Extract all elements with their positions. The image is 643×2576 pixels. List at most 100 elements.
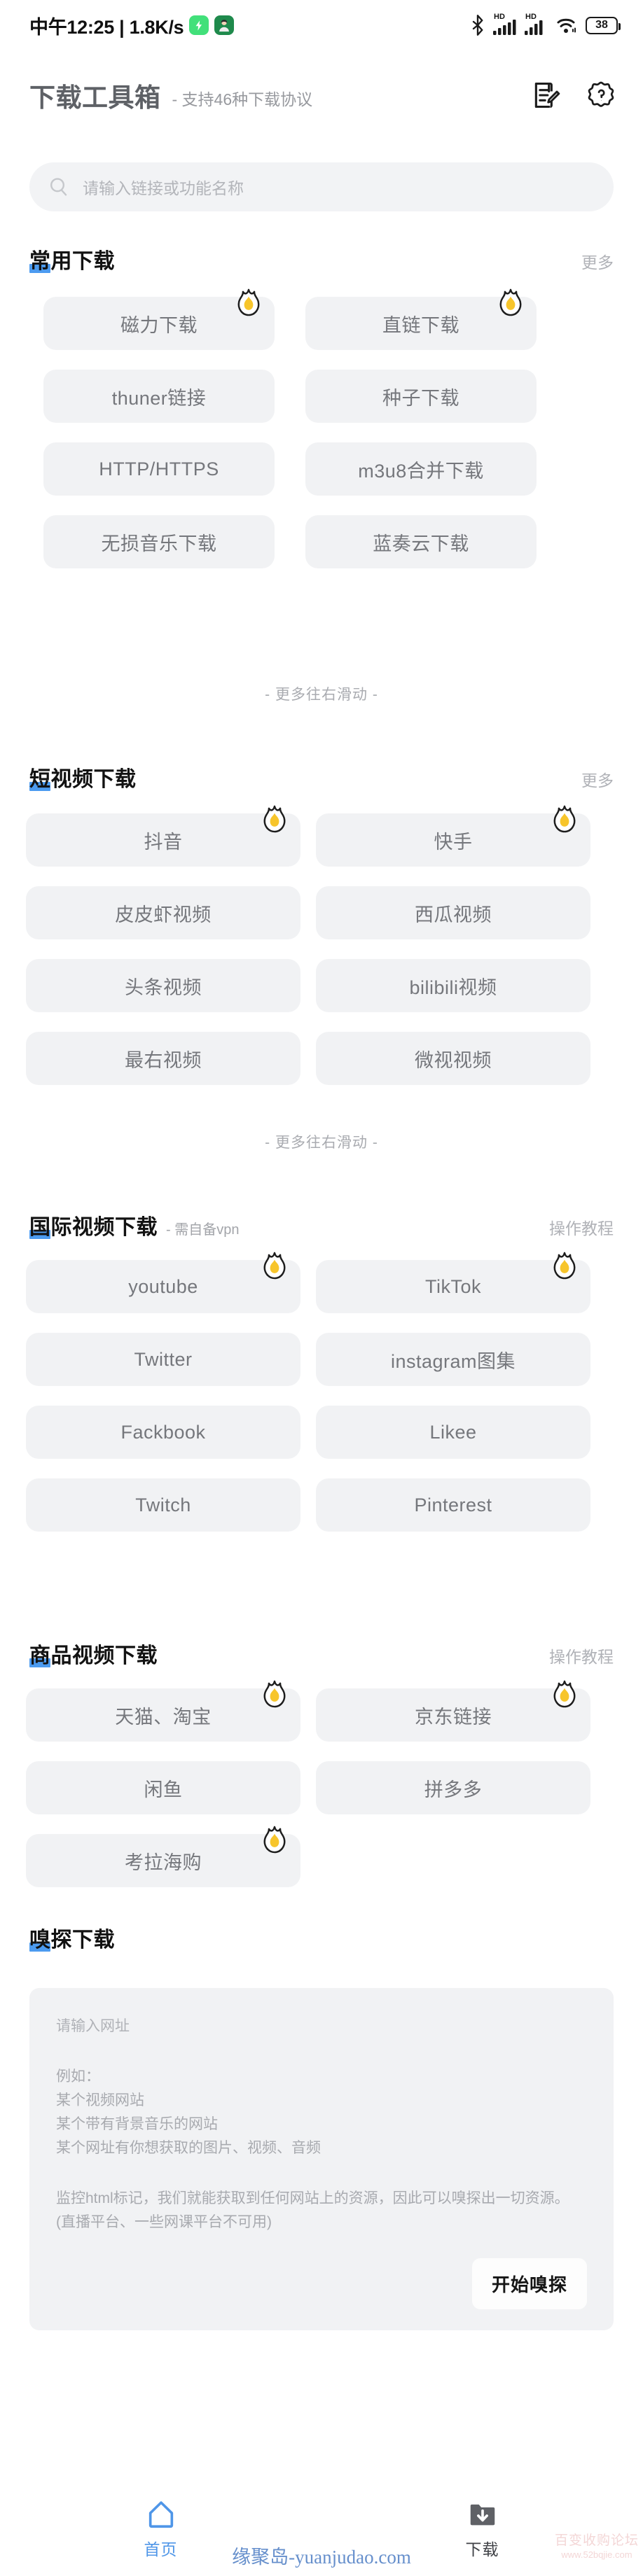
status-bar-right: HD HD 38 <box>471 13 621 36</box>
tile-label: HTTP/HTTPS <box>99 458 219 479</box>
signal-2-group: HD <box>524 13 548 36</box>
section-header-0: 常用下载 更多 <box>0 244 643 274</box>
section-action-2[interactable]: 操作教程 <box>549 1215 614 1240</box>
start-sniff-button[interactable]: 开始嗅探 <box>471 2258 587 2310</box>
tile-grid-3: 天猫、淘宝 京东链接闲鱼 拼多多考拉海购 <box>0 1680 643 1907</box>
tile-label: instagram图集 <box>390 1350 516 1372</box>
watermark-corner-line1: 百变收购论坛 <box>554 2533 639 2548</box>
download-tile[interactable]: 快手 <box>316 805 590 867</box>
download-tile[interactable]: 头条视频 <box>26 959 300 1012</box>
search-placeholder: 请输入链接或功能名称 <box>83 179 244 197</box>
status-bar-left: 中午12:25 | 1.8K/s <box>29 12 235 39</box>
hot-flame-icon <box>237 288 260 316</box>
tile-label: youtube <box>128 1275 198 1297</box>
download-tile[interactable]: youtube <box>26 1252 300 1313</box>
download-tile[interactable]: Pinterest <box>316 1478 590 1532</box>
section-action-1[interactable]: 更多 <box>581 767 614 792</box>
tile-label: Pinterest <box>414 1494 492 1516</box>
download-tile[interactable]: Twitter <box>26 1333 300 1386</box>
download-tile[interactable]: HTTP/HTTPS <box>43 442 275 496</box>
tile-label: 最右视频 <box>125 1049 202 1071</box>
search-area: 请输入链接或功能名称 <box>0 162 643 211</box>
tile-label: 京东链接 <box>415 1706 492 1728</box>
download-tile[interactable]: 无损音乐下载 <box>43 515 275 568</box>
download-tile[interactable]: 抖音 <box>26 805 300 867</box>
sniff-description-note: 监控html标记，我们就能获取到任何网站上的资源，因此可以嗅探出一切资源。(直播… <box>56 2190 569 2231</box>
section-note-2: - 需自备vpn <box>166 1222 240 1238</box>
tile-label: 无损音乐下载 <box>101 533 217 554</box>
hot-flame-icon <box>553 1252 576 1280</box>
person-icon <box>219 20 230 32</box>
download-tile[interactable]: 京东链接 <box>316 1680 590 1742</box>
avatar-badge-icon <box>214 15 235 35</box>
download-tile[interactable]: 考拉海购 <box>26 1826 300 1887</box>
section-title-3: 商品视频下载 <box>29 1644 158 1667</box>
download-tile[interactable]: m3u8合并下载 <box>305 442 537 496</box>
tile-label: Fackbook <box>120 1421 206 1443</box>
app-header: 下载工具箱 - 支持46种下载协议 <box>0 70 643 120</box>
battery-icon: 38 <box>586 16 621 34</box>
nav-label-downloads: 下载 <box>465 2540 499 2558</box>
download-tile[interactable]: instagram图集 <box>316 1333 590 1386</box>
tile-label: Likee <box>429 1421 477 1443</box>
download-tile[interactable]: bilibili视频 <box>316 959 590 1012</box>
download-tile[interactable]: Twitch <box>26 1478 300 1532</box>
signal-bars-2-icon <box>525 20 543 35</box>
tile-label: 蓝奏云下载 <box>373 533 469 554</box>
hot-flame-icon <box>263 1252 286 1280</box>
page-title: 下载工具箱 <box>29 83 161 112</box>
sniff-url-input[interactable]: 请输入网址 <box>56 2015 587 2036</box>
lightning-bolt-icon <box>195 20 202 31</box>
hot-flame-icon <box>553 1680 576 1708</box>
tile-label: bilibili视频 <box>409 976 497 998</box>
download-tile[interactable]: 最右视频 <box>26 1032 300 1085</box>
download-tile[interactable]: 种子下载 <box>305 370 537 423</box>
tile-label: 头条视频 <box>125 976 202 998</box>
tile-label: Twitter <box>134 1348 193 1370</box>
signal-bars-1-icon <box>493 20 516 35</box>
section-title-wrap-0: 常用下载 <box>29 244 115 274</box>
tile-label: Twitch <box>135 1494 191 1516</box>
download-tile[interactable]: 皮皮虾视频 <box>26 886 300 939</box>
download-tile[interactable]: thuner链接 <box>43 370 275 423</box>
download-tile[interactable]: 拼多多 <box>316 1761 590 1814</box>
tile-label: 拼多多 <box>424 1779 483 1800</box>
search-icon <box>50 178 67 196</box>
bluetooth-icon <box>472 15 483 36</box>
tile-grid-2: youtube TikTok Twitter instagram图集 Fackbook L… <box>0 1252 643 1551</box>
section-action-3[interactable]: 操作教程 <box>549 1644 614 1669</box>
help-gear-icon[interactable] <box>586 80 616 111</box>
watermark-text: 缘聚岛-yuanjudao.com <box>232 2547 411 2568</box>
tile-label: 磁力下载 <box>120 314 198 336</box>
tile-label: 抖音 <box>144 831 183 853</box>
hot-flame-icon <box>553 805 576 833</box>
tile-label: 闲鱼 <box>144 1779 183 1800</box>
section-title-wrap-3: 商品视频下载 <box>29 1638 158 1669</box>
download-tile[interactable]: 磁力下载 <box>43 288 275 350</box>
download-tile[interactable]: Likee <box>316 1406 590 1459</box>
section-title-wrap-2: 国际视频下载 <box>29 1210 158 1240</box>
download-tile[interactable]: 天猫、淘宝 <box>26 1680 300 1742</box>
hot-flame-icon <box>499 288 522 316</box>
status-bar: 中午12:25 | 1.8K/s HD HD 38 <box>0 0 643 50</box>
download-tile[interactable]: Fackbook <box>26 1406 300 1459</box>
hot-flame-icon <box>263 805 286 833</box>
section-header-1: 短视频下载 更多 <box>0 762 643 792</box>
note-edit-icon[interactable] <box>531 80 562 111</box>
section-title-0: 常用下载 <box>29 250 115 273</box>
section-title-wrap-1: 短视频下载 <box>29 762 137 792</box>
tile-label: 种子下载 <box>382 387 459 409</box>
download-tile[interactable]: 蓝奏云下载 <box>305 515 537 568</box>
download-tile[interactable]: 闲鱼 <box>26 1761 300 1814</box>
scroll-hint-0: - 更多往右滑动 - <box>265 687 378 703</box>
download-tile[interactable]: TikTok <box>316 1252 590 1313</box>
tile-label: 考拉海购 <box>125 1851 202 1873</box>
search-input[interactable]: 请输入链接或功能名称 <box>29 162 614 211</box>
download-tile[interactable]: 西瓜视频 <box>316 886 590 939</box>
section-header-2: 国际视频下载 - 需自备vpn 操作教程 <box>0 1210 643 1240</box>
sniff-action-row: 开始嗅探 <box>56 2258 587 2310</box>
section-header-3: 商品视频下载 操作教程 <box>0 1638 643 1669</box>
section-action-0[interactable]: 更多 <box>581 249 614 274</box>
download-tile[interactable]: 微视视频 <box>316 1032 590 1085</box>
download-tile[interactable]: 直链下载 <box>305 288 537 350</box>
